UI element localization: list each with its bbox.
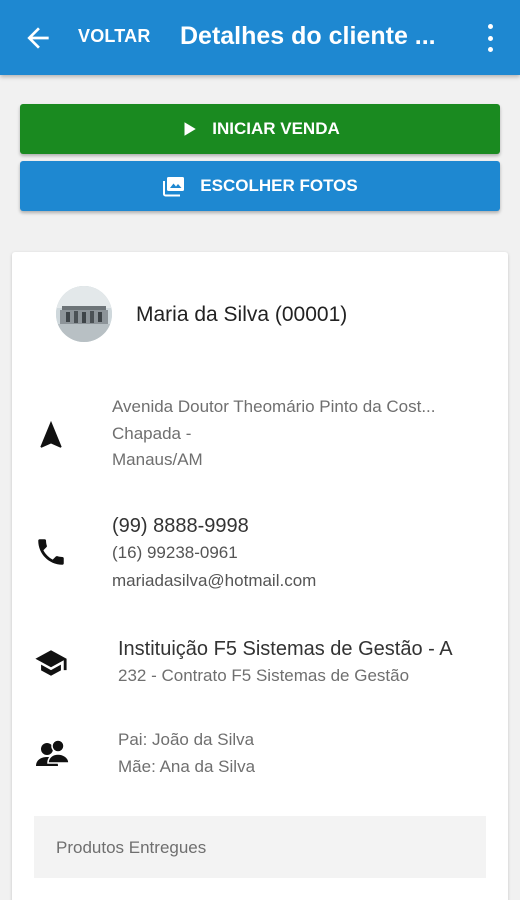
phone-icon[interactable] bbox=[34, 535, 68, 569]
arrow-left-icon[interactable] bbox=[22, 22, 54, 54]
institution-contract: 232 - Contrato F5 Sistemas de Gestão bbox=[118, 666, 410, 685]
mother-name: Mãe: Ana da Silva bbox=[118, 757, 256, 776]
email-address[interactable]: mariadasilva@hotmail.com bbox=[112, 571, 316, 591]
phone-primary[interactable]: (99) 8888-9998 bbox=[112, 515, 249, 538]
address-city: Manaus/AM bbox=[112, 450, 203, 469]
start-sale-label: INICIAR VENDA bbox=[212, 119, 340, 138]
graduation-cap-icon bbox=[34, 646, 68, 680]
client-name: Maria da Silva (00001) bbox=[136, 303, 348, 326]
page-title: Detalhes do cliente ... bbox=[180, 22, 436, 50]
address-district: Chapada - bbox=[112, 424, 192, 443]
navigation-arrow-icon bbox=[34, 418, 68, 452]
choose-photos-button[interactable]: ESCOLHER FOTOS bbox=[20, 161, 500, 211]
play-icon bbox=[180, 120, 198, 138]
more-vert-icon[interactable] bbox=[480, 24, 500, 52]
father-name: Pai: João da Silva bbox=[118, 730, 255, 749]
people-icon bbox=[34, 737, 70, 771]
delivered-products-label: Produtos Entregues bbox=[56, 838, 207, 857]
photo-library-icon bbox=[162, 175, 186, 197]
delivered-products-section[interactable]: Produtos Entregues bbox=[34, 816, 486, 878]
address-street: Avenida Doutor Theomário Pinto da Cost..… bbox=[112, 397, 436, 416]
phone-secondary[interactable]: (16) 99238-0961 bbox=[112, 543, 238, 563]
avatar bbox=[56, 286, 112, 342]
institution-name: Instituição F5 Sistemas de Gestão - A bbox=[118, 638, 453, 660]
choose-photos-label: ESCOLHER FOTOS bbox=[200, 176, 358, 195]
app-bar: VOLTAR Detalhes do cliente ... bbox=[0, 0, 520, 75]
start-sale-button[interactable]: INICIAR VENDA bbox=[20, 104, 500, 154]
back-button[interactable]: VOLTAR bbox=[78, 26, 151, 47]
